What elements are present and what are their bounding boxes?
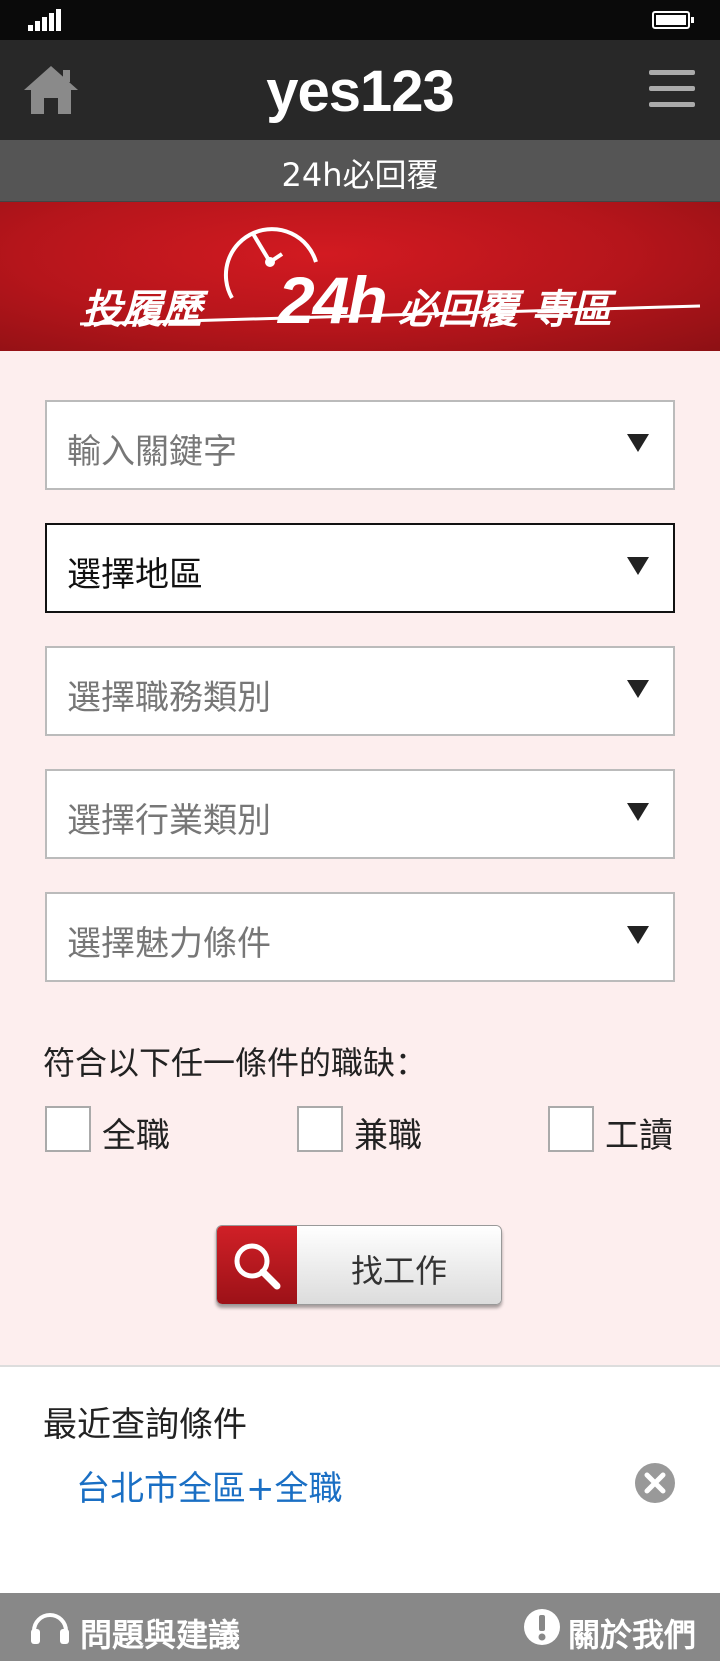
- parttime-label[interactable]: 兼職: [354, 1108, 422, 1157]
- job-category-select[interactable]: 選擇職務類別: [45, 646, 675, 736]
- info-icon: [524, 1609, 560, 1645]
- find-job-label: 找工作: [350, 1252, 447, 1290]
- region-select[interactable]: 選擇地區: [45, 523, 675, 613]
- recent-searches: 最近查詢條件 台北市全區+全職: [0, 1365, 720, 1593]
- keyword-select[interactable]: 輸入關鍵字: [45, 400, 675, 490]
- chevron-down-icon: [627, 434, 649, 452]
- chevron-down-icon: [627, 926, 649, 944]
- fulltime-label[interactable]: 全職: [102, 1108, 170, 1157]
- fulltime-checkbox[interactable]: [45, 1106, 91, 1152]
- industry-select[interactable]: 選擇行業類別: [45, 769, 675, 859]
- banner-text-left: 投履歷: [82, 287, 202, 333]
- keyword-select-label: 輸入關鍵字: [67, 432, 237, 472]
- region-select-label: 選擇地區: [67, 555, 203, 595]
- footer-bar: 問題與建議 關於我們: [0, 1593, 720, 1661]
- menu-icon[interactable]: [649, 70, 695, 108]
- recent-searches-title: 最近查詢條件: [43, 1405, 247, 1445]
- search-icon: [217, 1226, 297, 1304]
- page-title: 24h必回覆: [281, 156, 439, 194]
- student-job-label[interactable]: 工讀: [605, 1108, 673, 1157]
- recent-search-item[interactable]: 台北市全區+全職: [76, 1461, 343, 1510]
- app-header: yes123: [0, 40, 720, 140]
- industry-select-label: 選擇行業類別: [67, 801, 271, 841]
- promo-banner: 投履歷 24h 必回覆 專區: [0, 202, 720, 351]
- chevron-down-icon: [627, 803, 649, 821]
- signal-icon: [28, 9, 64, 31]
- student-job-checkbox[interactable]: [548, 1106, 594, 1152]
- logo[interactable]: yes123: [0, 58, 720, 125]
- banner-text-right: 必回覆 專區: [398, 287, 612, 333]
- headset-icon: [31, 1613, 69, 1644]
- perk-select-label: 選擇魅力條件: [67, 924, 271, 964]
- status-bar: [0, 0, 720, 40]
- perk-select[interactable]: 選擇魅力條件: [45, 892, 675, 982]
- parttime-checkbox[interactable]: [297, 1106, 343, 1152]
- section-title-bar: 24h必回覆: [0, 140, 720, 202]
- banner-text-24h: 24h: [278, 263, 388, 337]
- about-link[interactable]: 關於我們: [522, 1605, 696, 1654]
- find-job-button[interactable]: 找工作: [216, 1225, 502, 1305]
- chevron-down-icon: [627, 680, 649, 698]
- close-icon[interactable]: [634, 1462, 676, 1504]
- chevron-down-icon: [627, 557, 649, 575]
- conditions-label: 符合以下任一條件的職缺：: [43, 1044, 428, 1082]
- about-label: 關於我們: [568, 1616, 697, 1654]
- feedback-label: 問題與建議: [80, 1616, 241, 1654]
- battery-icon: [652, 11, 694, 29]
- job-category-select-label: 選擇職務類別: [67, 678, 271, 718]
